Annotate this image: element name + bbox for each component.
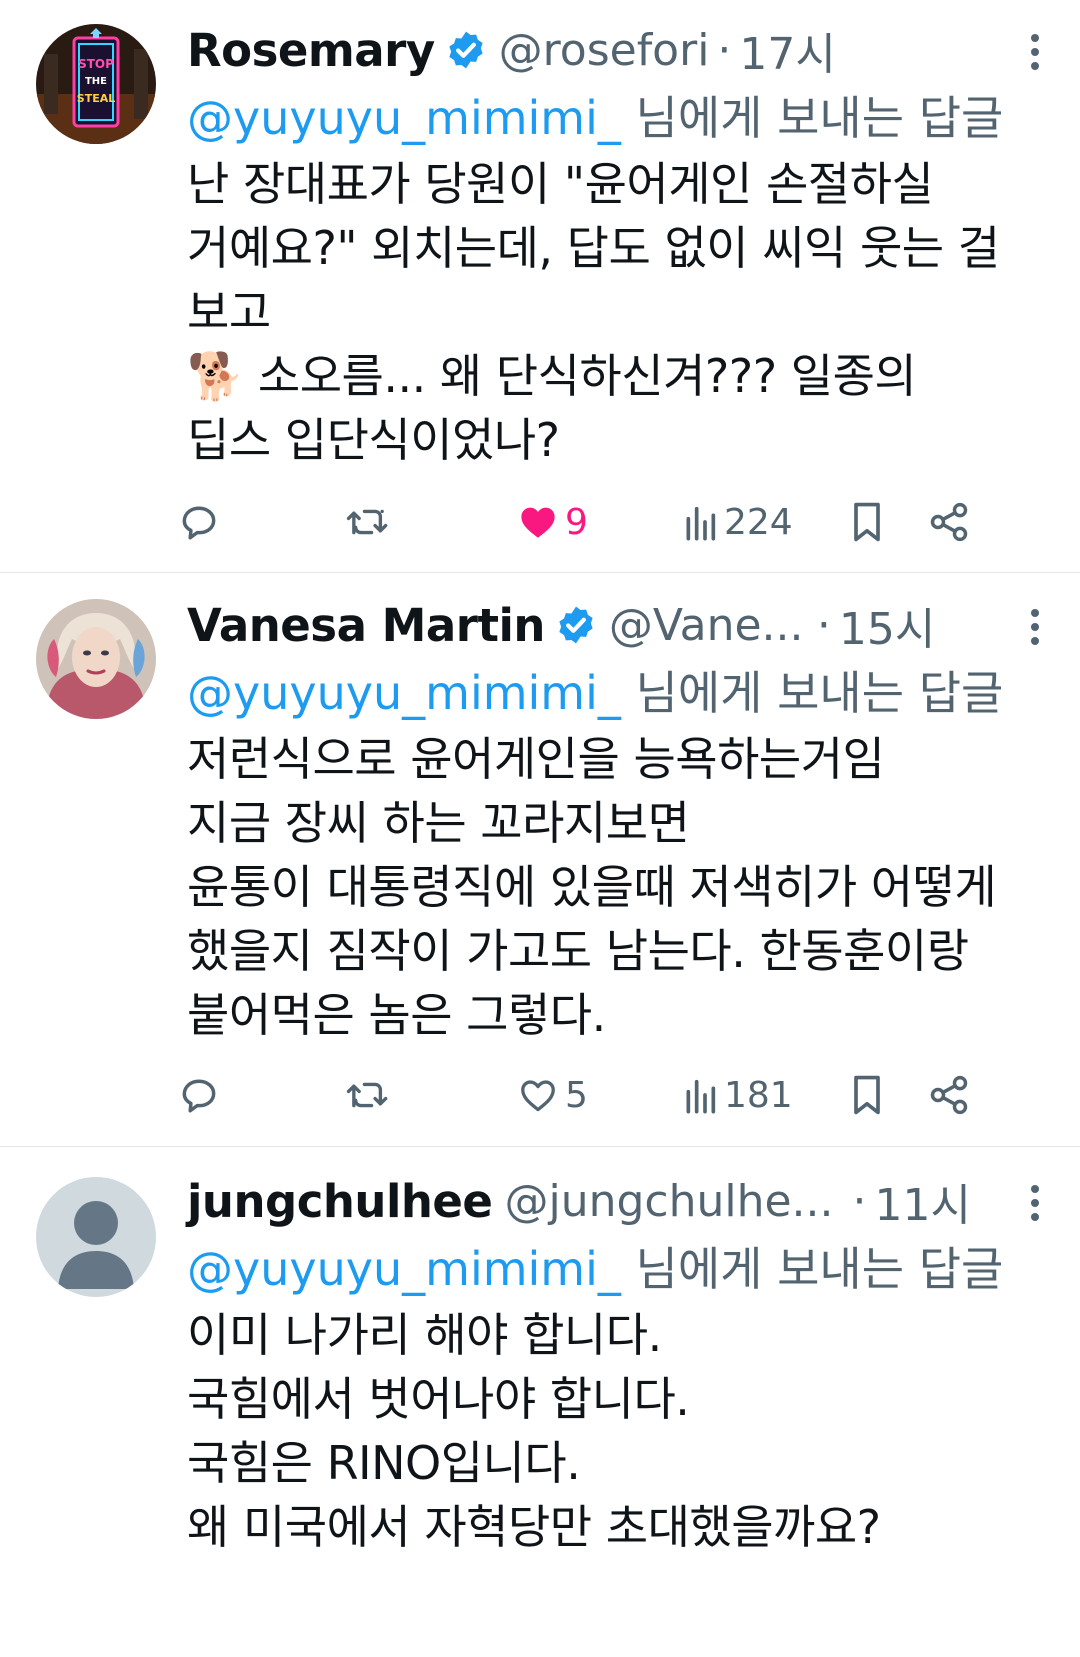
views-button[interactable]: 181 [682,1067,793,1123]
replying-to-suffix: 님에게 보내는 답글 [620,91,1004,145]
stop-the-steal-neon-avatar: STOP THE STEAL [36,24,156,144]
display-name[interactable]: jungchulhee [187,1175,493,1228]
timestamp[interactable]: 11시 [874,1169,970,1233]
view-count: 181 [724,1074,793,1116]
verified-badge-icon [449,31,483,69]
avatar-rosemary[interactable]: STOP THE STEAL [36,24,156,144]
portrait-avatar [36,599,156,719]
replying-to-suffix: 님에게 보내는 답글 [620,1242,1004,1296]
tweet-text: 난 장대표가 당원이 "윤어게인 손절하실 거예요?" 외치는데, 답도 없이 … [187,157,1000,467]
timestamp[interactable]: 15시 [839,593,935,657]
reply-button[interactable] [177,494,221,550]
share-button[interactable] [927,1067,971,1123]
action-bar: 9 224 [182,494,1037,550]
more-options-icon[interactable] [1028,607,1042,647]
avatar-jungchulhee[interactable] [36,1177,156,1297]
user-handle[interactable]: @rosefori [499,25,710,76]
share-icon [930,502,968,542]
tweet-header: Vanesa Martin @Vane... · 15시 [187,595,1050,655]
tweet-header: Rosemary @rosefori · 17시 [187,20,1050,80]
timestamp[interactable]: 17시 [739,18,835,82]
tweet[interactable]: STOP THE STEAL Rosemary @rosefori · 17시 [0,0,1080,573]
heart-filled-icon [521,507,555,538]
reply-button[interactable] [177,1067,221,1123]
user-handle[interactable]: @Vane... [609,600,809,651]
more-options-icon[interactable] [1028,32,1042,72]
views-button[interactable]: 224 [682,494,793,550]
mention-link[interactable]: @yuyuyu_mimimi_ [187,666,621,720]
replying-to: @yuyuyu_mimimi_ 님에게 보내는 답글 [187,661,1050,725]
retweet-icon [346,1082,388,1108]
replying-to: @yuyuyu_mimimi_ 님에게 보내는 답글 [187,1237,1050,1301]
bookmark-icon [854,502,880,542]
retweet-button[interactable] [345,494,391,550]
like-button[interactable]: 9 [517,494,588,550]
replying-to: @yuyuyu_mimimi_ 님에게 보내는 답글 [187,86,1050,150]
display-name[interactable]: Rosemary [187,24,435,77]
retweet-icon [346,509,388,535]
tweet[interactable]: Vanesa Martin @Vane... · 15시 @yuyuyu_mim… [0,573,1080,1147]
views-chart-icon [686,1079,716,1114]
bookmark-button[interactable] [847,1067,887,1123]
avatar-logo-text: STOP [78,57,114,71]
separator-dot: · [717,24,732,76]
bookmark-button[interactable] [847,494,887,550]
like-count: 5 [565,1074,588,1116]
separator-dot: · [852,1175,867,1227]
retweet-button[interactable] [345,1067,391,1123]
action-bar: 5 181 [182,1067,1037,1123]
more-options-icon[interactable] [1028,1183,1042,1223]
tweet-header: jungchulhee @jungchulhe... · 11시 [187,1171,1050,1231]
heart-outline-icon [521,1080,555,1112]
reply-feed: STOP THE STEAL Rosemary @rosefori · 17시 [0,0,1080,1657]
like-count: 9 [565,501,588,543]
tweet-text: 이미 나가리 해야 합니다. 국힘에서 벗어나야 합니다. 국힘은 RINO입니… [187,1308,881,1554]
user-handle[interactable]: @jungchulhe... [504,1176,844,1227]
like-button[interactable]: 5 [517,1067,588,1123]
tweet[interactable]: jungchulhee @jungchulhe... · 11시 @yuyuyu… [0,1147,1080,1657]
share-button[interactable] [927,494,971,550]
separator-dot: · [816,599,831,651]
views-chart-icon [686,506,716,541]
mention-link[interactable]: @yuyuyu_mimimi_ [187,1242,621,1296]
mention-link[interactable]: @yuyuyu_mimimi_ [187,91,621,145]
default-person-avatar [36,1177,156,1297]
reply-icon [182,1079,216,1113]
svg-text:THE: THE [85,76,107,87]
svg-text:STEAL: STEAL [77,92,115,105]
bookmark-icon [854,1075,880,1115]
replying-to-suffix: 님에게 보내는 답글 [620,666,1004,720]
reply-icon [182,506,216,540]
share-icon [930,1075,968,1115]
avatar-vanesa-martin[interactable] [36,599,156,719]
verified-badge-icon [559,606,593,644]
view-count: 224 [724,501,793,543]
tweet-text: 저런식으로 윤어게인을 능욕하는거임 지금 장씨 하는 꼬라지보면 윤통이 대통… [187,732,997,1042]
display-name[interactable]: Vanesa Martin [187,599,545,652]
